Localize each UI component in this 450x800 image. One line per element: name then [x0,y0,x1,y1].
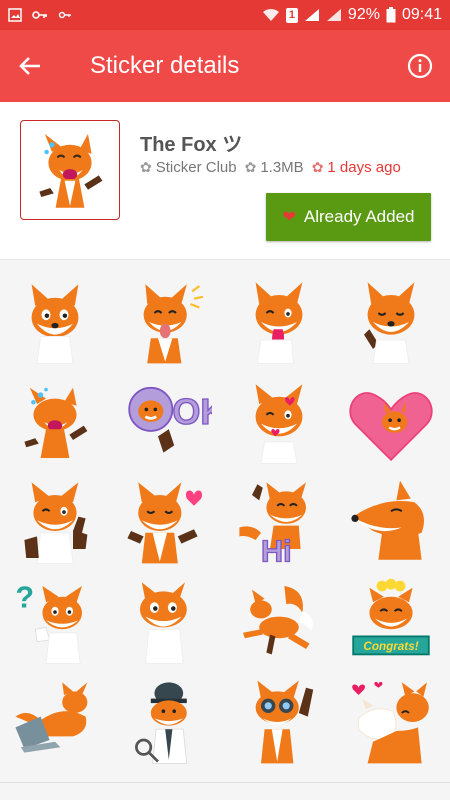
publisher-name: Sticker Club [155,159,237,176]
sticker-fox-thinking[interactable] [341,274,441,370]
fox-running-sticker [243,586,313,655]
fox-smirk-sticker [31,284,79,364]
sticker-fox-shrug-heart[interactable] [117,474,217,570]
sticker-fox-wink-thumb[interactable] [5,474,105,570]
arrow-left-icon [19,57,40,75]
clock: 09:41 [401,6,442,23]
publisher-meta: ✿ Sticker Club [140,159,237,176]
pack-details: The Fox ツ ✿ Sticker Club ✿ 1.3MB ✿ 1 day… [0,102,450,260]
back-button[interactable] [0,30,60,102]
sticker-grid: OK [0,262,450,800]
fox-lick-sticker [255,282,303,364]
pack-thumbnail [20,120,120,220]
wifi-icon [262,8,279,21]
sticker-fox-tongue-out[interactable] [117,274,217,370]
signal-icon [304,9,319,21]
fox-curious-sticker [140,582,187,664]
fox-laughing-sticker [39,134,103,208]
sticker-fox-curious[interactable] [117,574,217,670]
question-mark-text: ? [15,581,34,615]
key-icon [32,11,47,19]
fox-thinking-sticker [364,282,415,364]
pack-meta: ✿ Sticker Club ✿ 1.3MB ✿ 1 days ago [140,159,401,176]
sticker-fox-hug-hearts[interactable] [341,674,441,770]
pack-name: The Fox ツ [140,134,243,156]
fox-congrats-sticker: Congrats! [352,578,430,656]
fox-hi-sticker: Hi [239,482,306,567]
status-bar: 1 92% 09:41 [0,0,450,30]
fox-shrug-heart-sticker [127,482,203,564]
bottom-edge [0,782,450,800]
pack-size: 1.3MB [260,159,304,176]
fox-hug-hearts-sticker [352,681,429,764]
fox-heart-balloon-sticker [349,392,433,462]
info-icon [407,53,433,79]
sticker-fox-kisses[interactable] [229,374,329,470]
heart-icon: ❤ [282,209,296,226]
sticker-fox-smirk[interactable] [5,274,105,370]
hi-text: Hi [261,535,292,567]
fox-ok-sticker: OK [128,386,212,453]
battery-icon [386,7,396,23]
key-small-icon [58,11,71,19]
flower-icon: ✿ [140,159,152,175]
already-added-button[interactable]: ❤ Already Added [266,193,431,241]
fox-detective-sticker [135,682,188,764]
fox-kisses-sticker [255,384,303,464]
ok-text: OK [172,391,212,432]
signal-icon-2 [326,9,341,21]
info-button[interactable] [390,30,450,102]
sticker-fox-running[interactable] [229,574,329,670]
sticker-fox-ok[interactable]: OK [117,374,217,470]
sticker-fox-sly[interactable] [341,474,441,570]
sim-badge: 1 [285,7,298,23]
sticker-fox-laptop[interactable] [5,674,105,770]
flower-icon: ✿ [244,159,257,175]
page-title: Sticker details [90,52,240,79]
congrats-text: Congrats! [363,640,418,653]
app-bar: Sticker details [0,30,450,102]
sticker-fox-congrats[interactable]: Congrats! [341,574,441,670]
battery-percent: 92% [347,6,380,23]
fox-sly-sticker [351,480,424,560]
sticker-fox-question[interactable]: ? [5,574,105,670]
sticker-fox-binoculars[interactable] [229,674,329,770]
fox-laughing-sticker [24,387,88,458]
sticker-fox-heart-balloon[interactable] [341,374,441,470]
fox-laptop-sticker [15,682,88,753]
fox-tongue-out-sticker [143,284,204,364]
sticker-fox-detective[interactable] [117,674,217,770]
size-meta: ✿ 1.3MB [245,159,304,176]
sticker-fox-lick[interactable] [229,274,329,370]
sticker-fox-hi[interactable]: Hi [229,474,329,570]
updated-time: 1 days ago [327,159,401,176]
fox-question-sticker: ? [15,581,82,664]
image-icon [8,8,22,22]
fox-wink-thumb-sticker [24,482,88,564]
updated-meta: ✿ 1 days ago [312,159,401,176]
already-added-label: Already Added [303,207,415,226]
fox-binoculars-sticker [255,680,314,764]
sticker-fox-laughing[interactable] [5,374,105,470]
flower-icon: ✿ [311,159,324,175]
